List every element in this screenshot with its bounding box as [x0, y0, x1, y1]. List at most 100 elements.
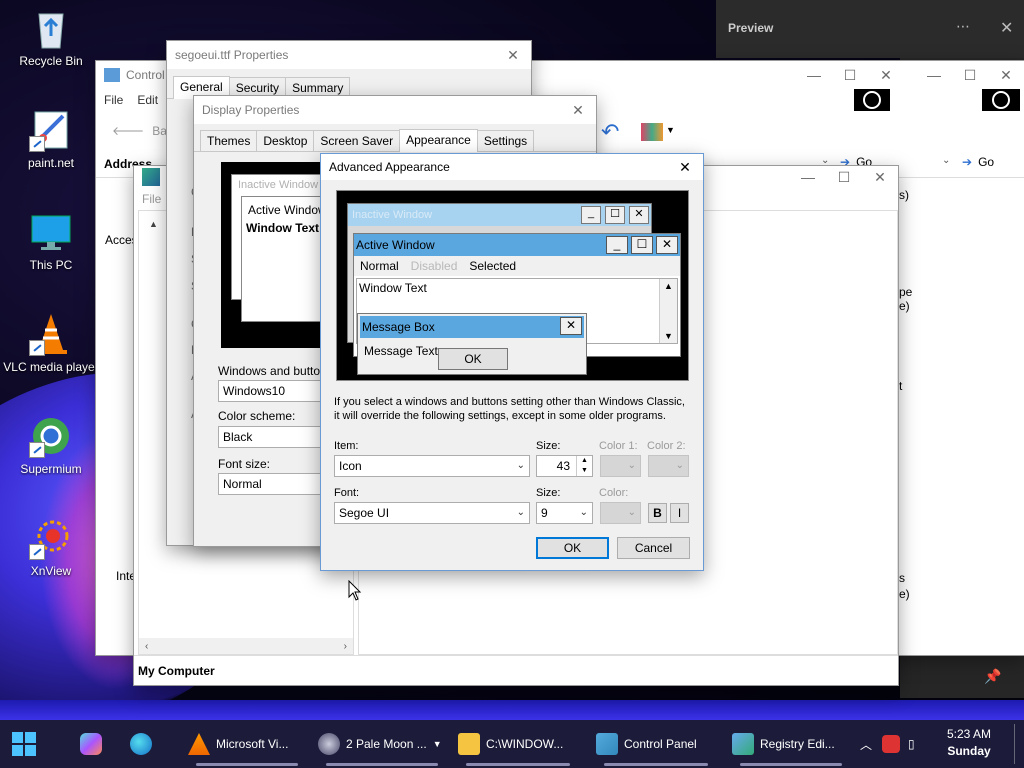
desktop-icon-paint-net[interactable]: paint.net: [3, 108, 99, 170]
ok-button[interactable]: OK: [536, 537, 609, 559]
go-arrow-icon: ➔: [962, 155, 973, 169]
preview-close-icon[interactable]: ✕: [1000, 18, 1013, 38]
minimize-icon: _: [606, 236, 628, 254]
preview-active-titlebar: Active Window _ ☐ ✕: [354, 234, 680, 256]
desktop-icon-xnview[interactable]: XnView: [3, 516, 99, 578]
mouse-cursor-icon: [348, 579, 362, 605]
taskbar-item-explorer[interactable]: C:\WINDOW...: [458, 720, 578, 768]
preview-menu-selected: Selected: [469, 259, 517, 273]
text-fragment: pe: [899, 285, 913, 299]
record-indicator: [982, 89, 1020, 111]
item-label: Item:: [334, 440, 359, 452]
taskbar: Microsoft Vi... 2 Pale Moon ... ▼ C:\WIN…: [0, 720, 1024, 768]
desktop-icon-this-pc[interactable]: This PC: [3, 210, 99, 272]
start-button[interactable]: [10, 720, 38, 768]
preview-scrollbar: ▲ ▼: [659, 279, 677, 343]
horizontal-scrollbar[interactable]: ‹ ›: [139, 638, 353, 654]
tab-themes[interactable]: Themes: [200, 130, 258, 151]
desktop-icon-supermium[interactable]: Supermium: [3, 414, 99, 476]
chevron-down-icon[interactable]: ⌄: [942, 155, 954, 169]
tray-security-icon[interactable]: [882, 720, 900, 768]
usb-drive-icon: ▯: [908, 737, 915, 751]
italic-button[interactable]: I: [670, 503, 689, 523]
close-button[interactable]: ✕: [560, 96, 596, 124]
running-indicator: [466, 763, 570, 766]
tab-desktop[interactable]: Desktop: [256, 130, 315, 151]
size-label: Size:: [536, 440, 561, 452]
cancel-button[interactable]: Cancel: [617, 537, 690, 559]
menu-edit[interactable]: Edit: [137, 93, 158, 107]
chevron-down-icon: ⌄: [579, 507, 588, 518]
color-scheme-select[interactable]: Black: [218, 426, 322, 448]
font-size-select[interactable]: 9 ⌄: [536, 502, 593, 524]
desktop-icon-label: XnView: [30, 564, 72, 578]
menu-file[interactable]: File: [104, 93, 123, 107]
size-spinner[interactable]: 43 ▲ ▼: [536, 455, 593, 477]
preview-msgbox-titlebar: Message Box ✕: [360, 316, 584, 338]
preview-menu-icon[interactable]: ⋯: [956, 18, 970, 35]
close-button[interactable]: ✕: [495, 41, 531, 69]
clock[interactable]: 5:23 AM Sunday: [944, 726, 994, 760]
paint-net-icon: [29, 108, 73, 152]
bold-button[interactable]: B: [648, 503, 667, 523]
font-size-label: Size:: [536, 487, 561, 499]
taskbar-item-vlc[interactable]: Microsoft Vi...: [188, 720, 306, 768]
go-button[interactable]: ➔ Go: [962, 155, 994, 169]
desktop-icon-vlc[interactable]: VLC media player: [3, 312, 99, 374]
taskbar-item-registry-editor[interactable]: Registry Edi...: [732, 720, 850, 768]
pin-icon[interactable]: 📌: [984, 668, 1001, 685]
preview-menu-bar: Normal Disabled Selected: [354, 256, 680, 276]
item-select[interactable]: Icon ⌄: [334, 455, 530, 477]
undo-icon[interactable]: ↶: [601, 119, 619, 145]
maximize-button[interactable]: ☐: [826, 166, 862, 188]
tab-screen-saver[interactable]: Screen Saver: [313, 130, 401, 151]
taskbar-item-label: Control Panel: [624, 737, 697, 751]
windows-buttons-select[interactable]: Windows10: [218, 380, 322, 402]
close-button[interactable]: ✕: [667, 154, 703, 180]
font-size-select[interactable]: Normal: [218, 473, 322, 495]
tab-settings[interactable]: Settings: [476, 130, 535, 151]
maximize-button[interactable]: ☐: [952, 61, 988, 89]
color2-picker[interactable]: ⌄: [648, 455, 689, 477]
menu-file[interactable]: File: [142, 192, 161, 206]
font-color-picker[interactable]: ⌄: [600, 502, 641, 524]
close-button[interactable]: ✕: [862, 166, 898, 188]
shield-icon: [882, 735, 900, 753]
font-properties-titlebar: segoeui.ttf Properties ✕: [167, 41, 531, 69]
taskbar-item-pale-moon[interactable]: 2 Pale Moon ... ▼: [318, 720, 446, 768]
tree-expand-icon[interactable]: ▲: [149, 219, 158, 229]
scroll-left-icon[interactable]: ‹: [145, 641, 148, 652]
desktop-icon-recycle-bin[interactable]: Recycle Bin: [3, 6, 99, 68]
taskbar-item-control-panel[interactable]: Control Panel: [596, 720, 716, 768]
maximize-button[interactable]: ☐: [832, 61, 868, 89]
close-icon: ✕: [656, 236, 678, 254]
tray-overflow-button[interactable]: ︿: [860, 720, 872, 768]
minimize-button[interactable]: —: [790, 166, 826, 188]
desktop-icon-label: paint.net: [27, 156, 75, 170]
dialog-title: Advanced Appearance: [329, 160, 450, 174]
edge-button[interactable]: [130, 720, 152, 768]
tray-usb-icon[interactable]: ▯: [908, 720, 915, 768]
chevron-down-icon[interactable]: ▼: [666, 125, 675, 135]
close-button[interactable]: ✕: [988, 61, 1024, 89]
preview-msgbox-ok: OK: [438, 348, 508, 370]
color-scheme-label: Color scheme:: [218, 409, 296, 423]
font-select[interactable]: Segoe UI ⌄: [334, 502, 530, 524]
back-arrow-icon: 🡐: [112, 124, 145, 138]
tab-appearance[interactable]: Appearance: [399, 129, 478, 152]
desktop-icon-label: Recycle Bin: [19, 54, 83, 68]
info-text: it will override the following settings,…: [334, 410, 666, 422]
copilot-button[interactable]: [80, 720, 102, 768]
color1-picker[interactable]: ⌄: [600, 455, 641, 477]
minimize-button[interactable]: —: [916, 61, 952, 89]
scroll-right-icon[interactable]: ›: [344, 641, 347, 652]
close-button[interactable]: ✕: [868, 61, 904, 89]
clock-day: Sunday: [947, 744, 991, 758]
chevron-down-icon: ▼: [432, 739, 442, 749]
info-text: If you select a windows and buttons sett…: [334, 396, 685, 408]
views-icon[interactable]: [641, 123, 663, 141]
show-desktop-button[interactable]: [1014, 724, 1016, 764]
maximize-icon: ☐: [605, 206, 625, 224]
preview-active-title: Active Window: [356, 238, 435, 252]
minimize-button[interactable]: —: [796, 61, 832, 89]
